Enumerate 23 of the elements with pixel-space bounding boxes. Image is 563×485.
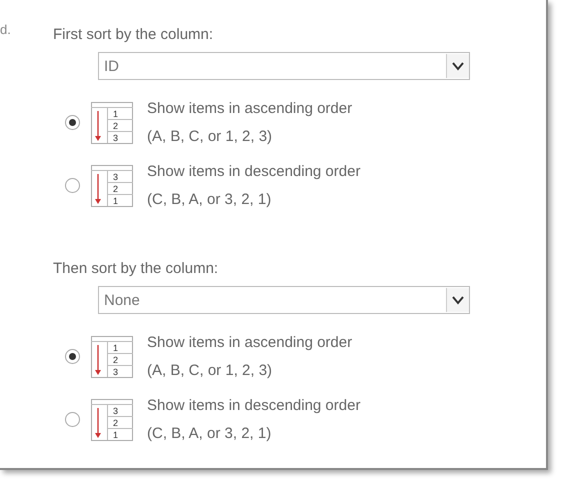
option-example: (A, B, C, or 1, 2, 3) (147, 128, 274, 145)
option-example: (C, B, A, or 3, 2, 1) (147, 425, 272, 442)
radio-button[interactable] (65, 349, 80, 364)
radio-button[interactable] (65, 115, 80, 130)
chevron-down-icon (446, 288, 469, 312)
sort-order-icon: 1 2 3 (91, 102, 133, 144)
sort-label: Then sort by the column: (53, 260, 220, 279)
column-dropdown[interactable]: None (98, 286, 470, 314)
option-example: (A, B, C, or 1, 2, 3) (147, 362, 274, 379)
option-title: Show items in ascending order (147, 100, 352, 117)
cut-off-text: d. (0, 22, 11, 37)
radio-button[interactable] (65, 412, 80, 427)
sort-order-icon: 3 2 1 (91, 398, 133, 440)
radio-button[interactable] (65, 178, 80, 193)
column-dropdown[interactable]: ID (98, 52, 470, 80)
sort-order-icon: 3 2 1 (91, 164, 133, 206)
option-example: (C, B, A, or 3, 2, 1) (147, 191, 272, 208)
chevron-down-icon (446, 54, 469, 78)
option-title: Show items in descending order (147, 397, 360, 414)
option-title: Show items in descending order (147, 163, 360, 180)
sort-order-icon: 1 2 3 (91, 336, 133, 378)
option-title: Show items in ascending order (147, 334, 352, 351)
sort-label: First sort by the column: (53, 26, 214, 45)
